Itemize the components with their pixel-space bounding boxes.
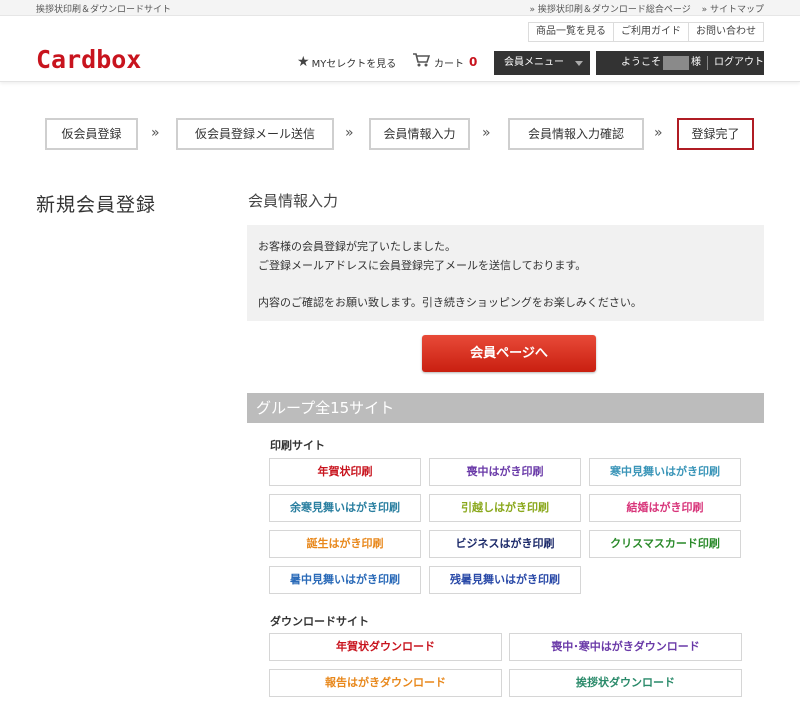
- site-link-button[interactable]: クリスマスカード印刷: [589, 530, 741, 558]
- download-sites-heading: ダウンロードサイト: [270, 615, 369, 628]
- step-member-info-input: 会員情報入力: [369, 118, 470, 150]
- site-link-button[interactable]: ビジネスはがき印刷: [429, 530, 581, 558]
- site-link-button[interactable]: 喪中はがき印刷: [429, 458, 581, 486]
- myselect-link[interactable]: ★ MYセレクトを見る: [297, 54, 396, 70]
- product-list-link[interactable]: 商品一覧を見る: [529, 23, 613, 41]
- cart-count: 0: [469, 55, 478, 69]
- site-header: Cardbox 商品一覧を見る ご利用ガイド お問い合わせ ★ MYセレクトを見…: [0, 16, 800, 82]
- myselect-label: MYセレクトを見る: [311, 58, 397, 70]
- user-name-masked: [663, 56, 689, 70]
- welcome-bar: ようこそ 様 ログアウト: [596, 51, 764, 75]
- step-provisional-registration: 仮会員登録: [45, 118, 138, 150]
- divider: [707, 56, 708, 70]
- top-link-portal[interactable]: » 挨拶状印刷＆ダウンロード総合ページ: [530, 5, 691, 15]
- site-link-button[interactable]: 寒中見舞いはがき印刷: [589, 458, 741, 486]
- site-link-button[interactable]: 残暑見舞いはがき印刷: [429, 566, 581, 594]
- step-arrow: »: [482, 125, 491, 141]
- site-link-button[interactable]: 年賀状ダウンロード: [269, 633, 502, 661]
- member-menu-label: 会員メニュー: [504, 57, 564, 68]
- top-bar: 挨拶状印刷＆ダウンロードサイト » 挨拶状印刷＆ダウンロード総合ページ » サイ…: [0, 0, 800, 16]
- section-title: 会員情報入力: [248, 192, 339, 210]
- group-sites-header: グループ全15サイト: [247, 393, 764, 423]
- member-page-button[interactable]: 会員ページへ: [422, 335, 596, 372]
- print-sites-heading: 印刷サイト: [270, 439, 325, 452]
- step-arrow: »: [151, 125, 160, 141]
- step-arrow: »: [654, 125, 663, 141]
- user-guide-link[interactable]: ご利用ガイド: [613, 23, 688, 41]
- site-link-button[interactable]: 結婚はがき印刷: [589, 494, 741, 522]
- step-registration-complete: 登録完了: [677, 118, 754, 150]
- top-link-sitemap[interactable]: » サイトマップ: [702, 5, 764, 15]
- contact-link[interactable]: お問い合わせ: [688, 23, 763, 41]
- message-line-3: 内容のご確認をお願い致します。引き続きショッピングをお楽しみください。: [258, 296, 642, 309]
- completion-message: お客様の会員登録が完了いたしました。 ご登録メールアドレスに会員登録完了メールを…: [247, 225, 764, 321]
- cart-label: カート: [434, 58, 464, 70]
- step-provisional-mail: 仮会員登録メール送信: [176, 118, 334, 150]
- page-title: 新規会員登録: [36, 194, 157, 216]
- site-link-button[interactable]: 年賀状印刷: [269, 458, 421, 486]
- message-line-1: お客様の会員登録が完了いたしました。: [258, 240, 456, 253]
- site-link-button[interactable]: 誕生はがき印刷: [269, 530, 421, 558]
- site-tagline: 挨拶状印刷＆ダウンロードサイト: [36, 5, 172, 15]
- member-menu-dropdown[interactable]: 会員メニュー: [494, 51, 590, 75]
- honorific: 様: [691, 57, 701, 68]
- site-link-button[interactable]: 挨拶状ダウンロード: [509, 669, 742, 697]
- site-link-button[interactable]: 余寒見舞いはがき印刷: [269, 494, 421, 522]
- message-line-2: ご登録メールアドレスに会員登録完了メールを送信しております。: [258, 259, 587, 272]
- site-link-button[interactable]: 暑中見舞いはがき印刷: [269, 566, 421, 594]
- cart-link[interactable]: カート 0: [412, 53, 477, 71]
- logout-button[interactable]: ログアウト: [714, 51, 764, 75]
- site-link-button[interactable]: 引越しはがき印刷: [429, 494, 581, 522]
- step-arrow: »: [345, 125, 354, 141]
- cart-icon: [412, 53, 431, 71]
- cardbox-logo[interactable]: Cardbox: [36, 45, 141, 74]
- site-link-button[interactable]: 喪中･寒中はがきダウンロード: [509, 633, 742, 661]
- step-member-info-confirm: 会員情報入力確認: [508, 118, 644, 150]
- chevron-down-icon: [575, 61, 583, 66]
- welcome-text: ようこそ: [621, 57, 661, 68]
- site-link-button[interactable]: 報告はがきダウンロード: [269, 669, 502, 697]
- star-icon: ★: [297, 54, 310, 70]
- utility-links: 商品一覧を見る ご利用ガイド お問い合わせ: [528, 22, 764, 42]
- top-links: » 挨拶状印刷＆ダウンロード総合ページ » サイトマップ: [522, 2, 764, 15]
